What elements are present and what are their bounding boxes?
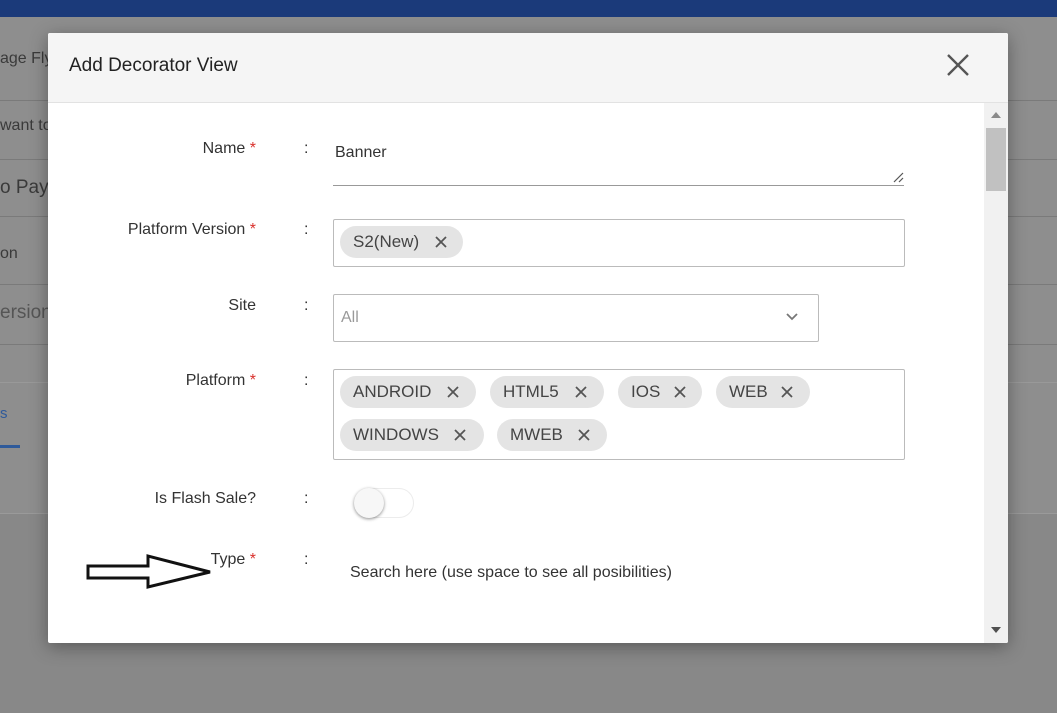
- toggle-knob: [354, 488, 384, 518]
- site-label: Site: [228, 297, 256, 315]
- background-text-2: want to: [0, 117, 52, 134]
- close-button[interactable]: [944, 51, 972, 79]
- chip-mweb: MWEB: [497, 419, 607, 451]
- chip-label: IOS: [631, 382, 661, 401]
- remove-chip-icon[interactable]: [453, 428, 467, 442]
- flash-sale-label-text: Is Flash Sale?: [154, 490, 256, 507]
- scroll-up-arrow-icon[interactable]: [991, 112, 1001, 118]
- name-value: Banner: [335, 144, 387, 161]
- chip-label: WINDOWS: [353, 425, 439, 444]
- dialog-header: Add Decorator View: [48, 33, 1008, 103]
- remove-chip-icon[interactable]: [577, 428, 591, 442]
- platform-label-text: Platform: [185, 372, 246, 389]
- platform-version-label-text: Platform Version: [127, 221, 246, 238]
- platform-label: Platform *: [186, 372, 256, 390]
- platform-version-multiselect[interactable]: S2(New): [333, 219, 905, 267]
- site-select[interactable]: All: [333, 294, 819, 342]
- required-marker: *: [249, 372, 256, 389]
- colon: :: [304, 297, 309, 314]
- remove-chip-icon[interactable]: [446, 385, 460, 399]
- resize-grip-icon[interactable]: [892, 171, 904, 183]
- required-marker: *: [249, 551, 256, 568]
- platform-version-label: Platform Version *: [128, 221, 256, 239]
- type-label: Type *: [211, 551, 256, 569]
- remove-chip-icon[interactable]: [574, 385, 588, 399]
- flash-sale-toggle[interactable]: [354, 487, 414, 519]
- top-navigation-bar: [0, 0, 1057, 17]
- colon: :: [304, 551, 309, 568]
- background-tab: s: [0, 405, 8, 422]
- chip-web: WEB: [716, 376, 810, 408]
- chip-label: MWEB: [510, 425, 563, 444]
- scroll-down-arrow-icon[interactable]: [991, 627, 1001, 633]
- remove-chip-icon[interactable]: [780, 385, 794, 399]
- chevron-down-icon: [786, 313, 798, 321]
- name-field[interactable]: Banner: [333, 136, 904, 186]
- background-text-1: age Fly: [0, 50, 53, 67]
- colon: :: [304, 372, 309, 389]
- remove-chip-icon[interactable]: [673, 385, 687, 399]
- chip-android: ANDROID: [340, 376, 476, 408]
- chip-ios: IOS: [618, 376, 702, 408]
- background-tab-indicator: [0, 445, 20, 448]
- chip-s2-new: S2(New): [340, 226, 463, 258]
- dialog-scrollbar[interactable]: [984, 103, 1008, 643]
- chip-label: HTML5: [503, 382, 559, 401]
- site-selected-value: All: [341, 309, 359, 326]
- add-decorator-view-dialog: Add Decorator View Name * : Banner Platf…: [48, 33, 1008, 643]
- background-text-4: on: [0, 245, 18, 262]
- background-text-3: o Pay: [0, 177, 49, 198]
- type-search-input[interactable]: [348, 556, 912, 590]
- flash-sale-label: Is Flash Sale?: [155, 490, 256, 508]
- chip-label: ANDROID: [353, 382, 432, 401]
- chip-label: S2(New): [353, 232, 420, 251]
- chip-label: WEB: [729, 382, 768, 401]
- required-marker: *: [249, 221, 256, 238]
- close-icon: [947, 54, 969, 76]
- annotation-arrow-icon: [86, 554, 211, 589]
- background-text-5: ersion: [0, 302, 52, 323]
- name-label: Name *: [203, 140, 256, 158]
- chip-html5: HTML5: [490, 376, 604, 408]
- colon: :: [304, 140, 309, 157]
- dialog-body: Name * : Banner Platform Version * : S2(…: [48, 103, 984, 643]
- chip-windows: WINDOWS: [340, 419, 484, 451]
- colon: :: [304, 221, 309, 238]
- scroll-thumb[interactable]: [986, 128, 1006, 191]
- dialog-title: Add Decorator View: [69, 55, 238, 76]
- platform-multiselect[interactable]: ANDROID HTML5 IOS WEB WINDOWS MWEB: [333, 369, 905, 460]
- remove-chip-icon[interactable]: [434, 235, 448, 249]
- required-marker: *: [249, 140, 256, 157]
- colon: :: [304, 490, 309, 507]
- name-label-text: Name: [202, 140, 246, 157]
- site-label-text: Site: [228, 297, 256, 314]
